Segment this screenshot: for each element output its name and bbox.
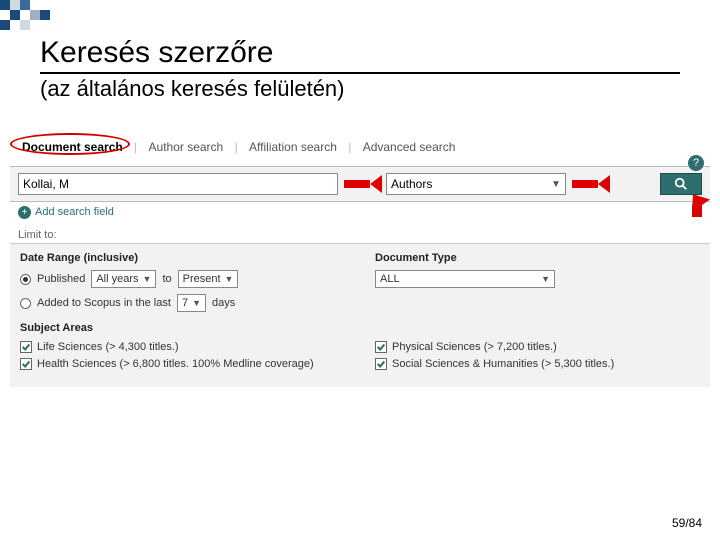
annotation-arrow-mid xyxy=(572,177,608,191)
document-type-select[interactable]: ALL▼ xyxy=(375,270,555,288)
subject-life-sciences[interactable]: Life Sciences (> 4,300 titles.) xyxy=(20,340,345,354)
added-label: Added to Scopus in the last xyxy=(37,297,171,309)
date-range-header: Date Range (inclusive) xyxy=(20,252,345,264)
tab-advanced-search[interactable]: Advanced search xyxy=(359,138,460,156)
add-search-field-link[interactable]: +Add search field xyxy=(10,202,710,223)
slide-title: Keresés szerzőre xyxy=(40,36,680,74)
subject-social-sciences[interactable]: Social Sciences & Humanities (> 5,300 ti… xyxy=(375,357,700,371)
tab-affiliation-search[interactable]: Affiliation search xyxy=(245,138,341,156)
annotation-arrow-left xyxy=(344,177,380,191)
tab-document-search[interactable]: Document search xyxy=(18,138,127,156)
added-days-select[interactable]: 7▼ xyxy=(177,294,206,312)
page-counter: 59/84 xyxy=(672,516,702,530)
limit-to-label: Limit to: xyxy=(10,223,710,244)
subject-health-sciences[interactable]: Health Sciences (> 6,800 titles. 100% Me… xyxy=(20,357,345,371)
tab-author-search[interactable]: Author search xyxy=(145,138,228,156)
published-from-select[interactable]: All years▼ xyxy=(91,270,156,288)
search-term-input[interactable] xyxy=(18,173,338,195)
published-label: Published xyxy=(37,273,85,285)
subject-physical-sciences[interactable]: Physical Sciences (> 7,200 titles.) xyxy=(375,340,700,354)
radio-published[interactable] xyxy=(20,274,31,285)
scopus-search-panel: Document search | Author search | Affili… xyxy=(10,132,710,387)
help-icon[interactable]: ? xyxy=(688,155,704,171)
search-field-select[interactable]: ▼ xyxy=(386,173,566,195)
search-icon xyxy=(674,177,688,191)
subject-areas-header: Subject Areas xyxy=(20,322,345,334)
radio-added[interactable] xyxy=(20,298,31,309)
published-to-select[interactable]: Present▼ xyxy=(178,270,239,288)
document-type-header: Document Type xyxy=(375,252,700,264)
to-label: to xyxy=(162,273,171,285)
annotation-arrow-button xyxy=(678,201,706,223)
limit-filters: Date Range (inclusive) Published All yea… xyxy=(10,244,710,387)
search-row: ? ▼ xyxy=(10,166,710,202)
search-field-value[interactable] xyxy=(387,174,547,194)
slide-subtitle: (az általános keresés felületén) xyxy=(40,76,680,102)
chevron-down-icon: ▼ xyxy=(547,179,565,190)
plus-icon: + xyxy=(18,206,31,219)
days-label: days xyxy=(212,297,235,309)
search-tabs: Document search | Author search | Affili… xyxy=(10,132,710,156)
